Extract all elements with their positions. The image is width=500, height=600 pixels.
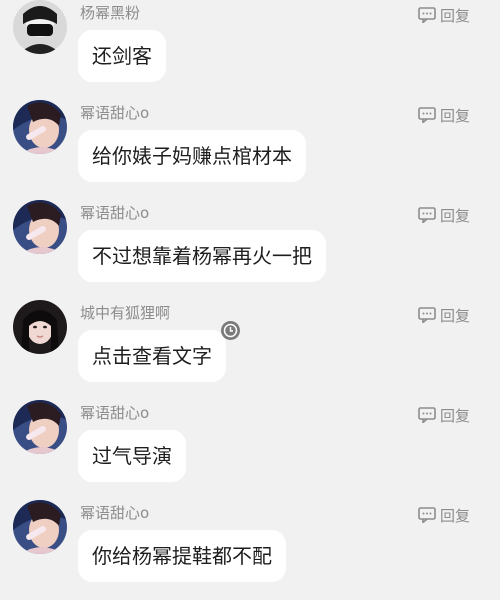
reply-button[interactable]: 回复 [418, 205, 470, 225]
message-bubble: 过气导演 [78, 430, 186, 482]
reply-label: 回复 [440, 6, 471, 25]
comment-icon [418, 7, 436, 23]
comment-item: 杨幂黑粉 还剑客 回复 [0, 0, 500, 100]
avatar[interactable] [13, 300, 67, 354]
reply-label: 回复 [440, 206, 471, 225]
avatar-image [13, 500, 67, 554]
reply-label: 回复 [440, 306, 471, 325]
message-bubble: 给你婊子妈赚点棺材本 [78, 130, 306, 182]
comment-icon [418, 107, 436, 123]
avatar-image [13, 0, 67, 54]
message-bubble: 你给杨幂提鞋都不配 [78, 530, 286, 582]
comment-item: 幂语甜心o 过气导演 回复 [0, 400, 500, 500]
comment-icon [418, 407, 436, 423]
avatar[interactable] [13, 500, 67, 554]
avatar-image [13, 100, 67, 154]
comment-item: 幂语甜心o 给你婊子妈赚点棺材本 回复 [0, 100, 500, 200]
reply-label: 回复 [440, 406, 471, 425]
comment-thread: 杨幂黑粉 还剑客 回复 幂语甜心o 给你婊子妈赚点棺材本 回复 幂语甜心o 不过… [0, 0, 500, 586]
reply-label: 回复 [440, 506, 471, 525]
comment-item: 幂语甜心o 不过想靠着杨幂再火一把 回复 [0, 200, 500, 300]
avatar-image [13, 400, 67, 454]
clock-icon [221, 321, 240, 340]
message-bubble: 点击查看文字 [78, 330, 226, 382]
reply-button[interactable]: 回复 [418, 405, 470, 425]
comment-item: 幂语甜心o 你给杨幂提鞋都不配 回复 [0, 500, 500, 600]
username[interactable]: 杨幂黑粉 [80, 4, 140, 22]
reply-button[interactable]: 回复 [418, 305, 470, 325]
avatar-image [13, 300, 67, 354]
comment-icon [418, 207, 436, 223]
avatar[interactable] [13, 400, 67, 454]
username[interactable]: 城中有狐狸啊 [80, 304, 170, 322]
reply-button[interactable]: 回复 [418, 5, 470, 25]
avatar[interactable] [13, 100, 67, 154]
comment-item: 城中有狐狸啊 点击查看文字 回复 [0, 300, 500, 400]
avatar[interactable] [13, 0, 67, 54]
username[interactable]: 幂语甜心o [80, 404, 149, 422]
avatar-image [13, 200, 67, 254]
avatar[interactable] [13, 200, 67, 254]
comment-icon [418, 307, 436, 323]
reply-button[interactable]: 回复 [418, 105, 470, 125]
message-bubble: 不过想靠着杨幂再火一把 [78, 230, 326, 282]
reply-button[interactable]: 回复 [418, 505, 470, 525]
reply-label: 回复 [440, 106, 471, 125]
message-bubble: 还剑客 [78, 30, 166, 82]
comment-icon [418, 507, 436, 523]
username[interactable]: 幂语甜心o [80, 204, 149, 222]
username[interactable]: 幂语甜心o [80, 504, 149, 522]
username[interactable]: 幂语甜心o [80, 104, 149, 122]
